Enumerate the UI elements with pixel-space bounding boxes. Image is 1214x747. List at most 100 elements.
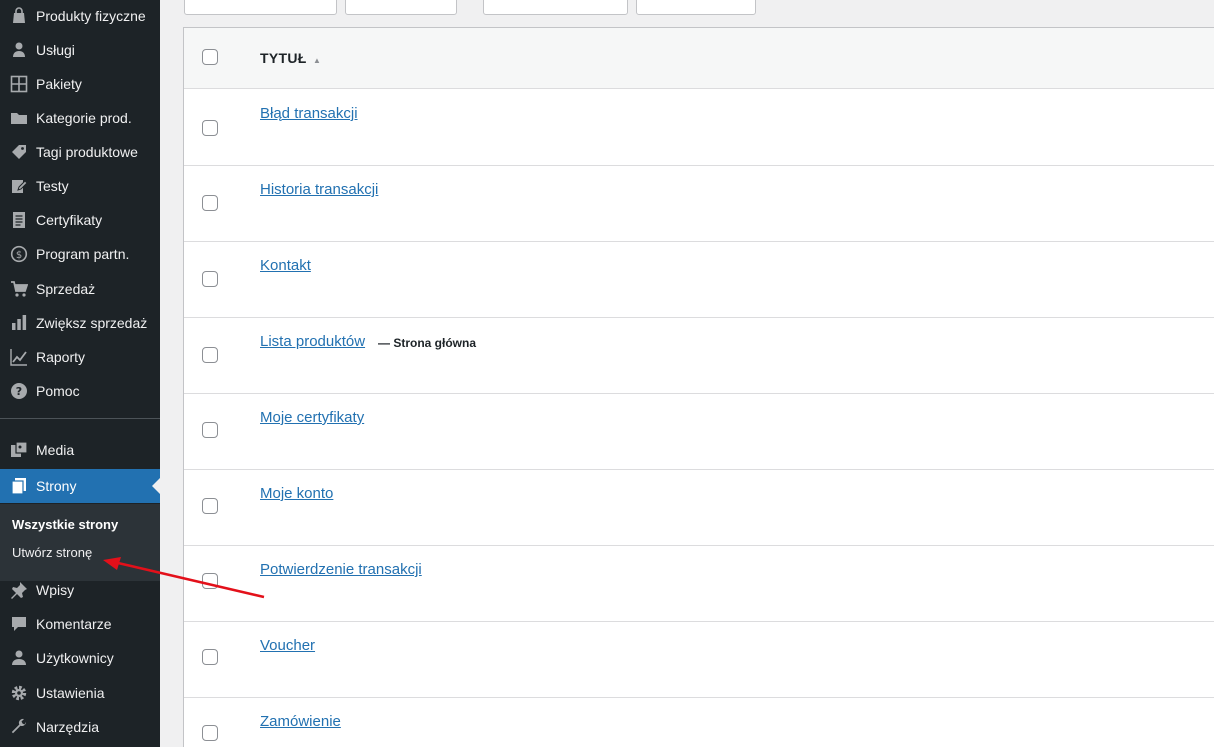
- menu-label: Komentarze: [36, 616, 112, 632]
- row-checkbox[interactable]: [202, 649, 218, 665]
- table-row: Moje certyfikaty: [184, 394, 1214, 470]
- page-state-label: — Strona główna: [378, 336, 477, 350]
- menu-item-testy[interactable]: Testy: [0, 169, 160, 203]
- menu-label: Produkty fizyczne: [36, 8, 146, 24]
- apply-button[interactable]: [345, 0, 457, 15]
- page-title-link[interactable]: Voucher: [260, 637, 315, 654]
- menu-item-media[interactable]: Media: [0, 433, 160, 467]
- edit-icon: [0, 169, 36, 203]
- document-icon: [0, 203, 36, 237]
- page-title-link[interactable]: Potwierdzenie transakcji: [260, 561, 422, 578]
- menu-item-uzytkownicy[interactable]: Użytkownicy: [0, 641, 160, 675]
- menu-item-wpisy[interactable]: Wpisy: [0, 573, 160, 607]
- menu-item-kategorie[interactable]: Kategorie prod.: [0, 101, 160, 135]
- help-icon: ?: [0, 374, 36, 408]
- page-title-link[interactable]: Moje konto: [260, 485, 333, 502]
- tag-icon: [0, 135, 36, 169]
- bar-chart-icon: [0, 306, 36, 340]
- settings-icon: [0, 676, 36, 710]
- row-checkbox[interactable]: [202, 271, 218, 287]
- menu-item-ustawienia[interactable]: Ustawienia: [0, 676, 160, 710]
- comment-icon: [0, 607, 36, 641]
- table-row: Historia transakcji: [184, 166, 1214, 242]
- menu-label: Zwiększ sprzedaż: [36, 315, 148, 331]
- menu-item-tagi[interactable]: Tagi produktowe: [0, 135, 160, 169]
- menu-label: Certyfikaty: [36, 212, 103, 228]
- row-checkbox[interactable]: [202, 725, 218, 741]
- pin-icon: [0, 573, 36, 607]
- menu-item-komentarze[interactable]: Komentarze: [0, 607, 160, 641]
- menu-label: Pakiety: [36, 76, 82, 92]
- cart-icon: [0, 272, 36, 306]
- page-title-link[interactable]: Błąd transakcji: [260, 105, 358, 122]
- menu-item-raporty[interactable]: Raporty: [0, 340, 160, 374]
- submenu-create-page[interactable]: Utwórz stronę: [12, 545, 92, 560]
- pages-icon: [0, 469, 36, 503]
- shopping-bag-icon: [0, 0, 36, 33]
- menu-label: Strony: [36, 478, 77, 494]
- menu-item-program-partn[interactable]: $ Program partn.: [0, 237, 160, 271]
- menu-label: Wpisy: [36, 582, 75, 598]
- table-row: Voucher: [184, 622, 1214, 698]
- page-title-link[interactable]: Zamówienie: [260, 713, 341, 730]
- menu-label: Tagi produktowe: [36, 144, 138, 160]
- menu-label: Ustawienia: [36, 685, 105, 701]
- menu-label: Użytkownicy: [36, 650, 114, 666]
- submenu-all-pages[interactable]: Wszystkie strony: [12, 517, 118, 532]
- row-checkbox[interactable]: [202, 120, 218, 136]
- sort-icon[interactable]: ▲: [313, 56, 321, 65]
- menu-label: Usługi: [36, 42, 75, 58]
- menu-item-zwieksz-sprzedaz[interactable]: Zwiększ sprzedaż: [0, 306, 160, 340]
- menu-label: Narzędzia: [36, 719, 100, 735]
- bulk-actions-select[interactable]: [184, 0, 337, 15]
- line-chart-icon: [0, 340, 36, 374]
- table-header: TYTUŁ ▲: [184, 28, 1214, 89]
- menu-item-pomoc[interactable]: ? Pomoc: [0, 374, 160, 408]
- user-service-icon: [0, 33, 36, 67]
- select-all-checkbox[interactable]: [202, 49, 218, 65]
- folder-icon: [0, 101, 36, 135]
- menu-item-produkty-fizyczne[interactable]: Produkty fizyczne: [0, 0, 160, 33]
- svg-text:$: $: [16, 250, 22, 261]
- row-checkbox[interactable]: [202, 347, 218, 363]
- menu-item-strony[interactable]: Strony: [0, 469, 160, 503]
- filter-button[interactable]: [636, 0, 756, 15]
- date-filter-select[interactable]: [483, 0, 628, 15]
- menu-item-sprzedaz[interactable]: Sprzedaż: [0, 272, 160, 306]
- menu-item-certyfikaty[interactable]: Certyfikaty: [0, 203, 160, 237]
- table-row: Lista produktów — Strona główna: [184, 318, 1214, 394]
- page-title-link[interactable]: Moje certyfikaty: [260, 409, 364, 426]
- svg-text:?: ?: [16, 385, 22, 398]
- column-title-header[interactable]: TYTUŁ: [260, 50, 307, 66]
- menu-label: Sprzedaż: [36, 281, 96, 297]
- row-checkbox[interactable]: [202, 573, 218, 589]
- table-row: Potwierdzenie transakcji: [184, 546, 1214, 622]
- page-title-link[interactable]: Historia transakcji: [260, 181, 378, 198]
- row-checkbox[interactable]: [202, 195, 218, 211]
- row-checkbox[interactable]: [202, 498, 218, 514]
- table-row: Moje konto: [184, 470, 1214, 546]
- admin-sidebar: Produkty fizyczne Usługi Pakiety Kategor…: [0, 0, 160, 747]
- users-icon: [0, 641, 36, 675]
- page-title-link[interactable]: Lista produktów: [260, 333, 365, 350]
- menu-separator: [0, 418, 160, 419]
- menu-item-narzedzia[interactable]: Narzędzia: [0, 710, 160, 744]
- table-row: Błąd transakcji: [184, 90, 1214, 166]
- grid-icon: [0, 67, 36, 101]
- pages-submenu: Wszystkie strony Utwórz stronę: [0, 504, 160, 581]
- menu-item-pakiety[interactable]: Pakiety: [0, 67, 160, 101]
- page-title-link[interactable]: Kontakt: [260, 257, 311, 274]
- menu-label: Program partn.: [36, 246, 130, 262]
- table-row: Kontakt: [184, 242, 1214, 318]
- menu-label: Media: [36, 442, 75, 458]
- menu-label: Testy: [36, 178, 69, 194]
- menu-label: Kategorie prod.: [36, 110, 132, 126]
- dollar-icon: $: [0, 237, 36, 271]
- menu-label: Raporty: [36, 349, 86, 365]
- media-icon: [0, 433, 36, 467]
- wrench-icon: [0, 710, 36, 744]
- menu-item-uslugi[interactable]: Usługi: [0, 33, 160, 67]
- menu-label: Pomoc: [36, 383, 80, 399]
- row-checkbox[interactable]: [202, 422, 218, 438]
- table-row: Zamówienie: [184, 698, 1214, 747]
